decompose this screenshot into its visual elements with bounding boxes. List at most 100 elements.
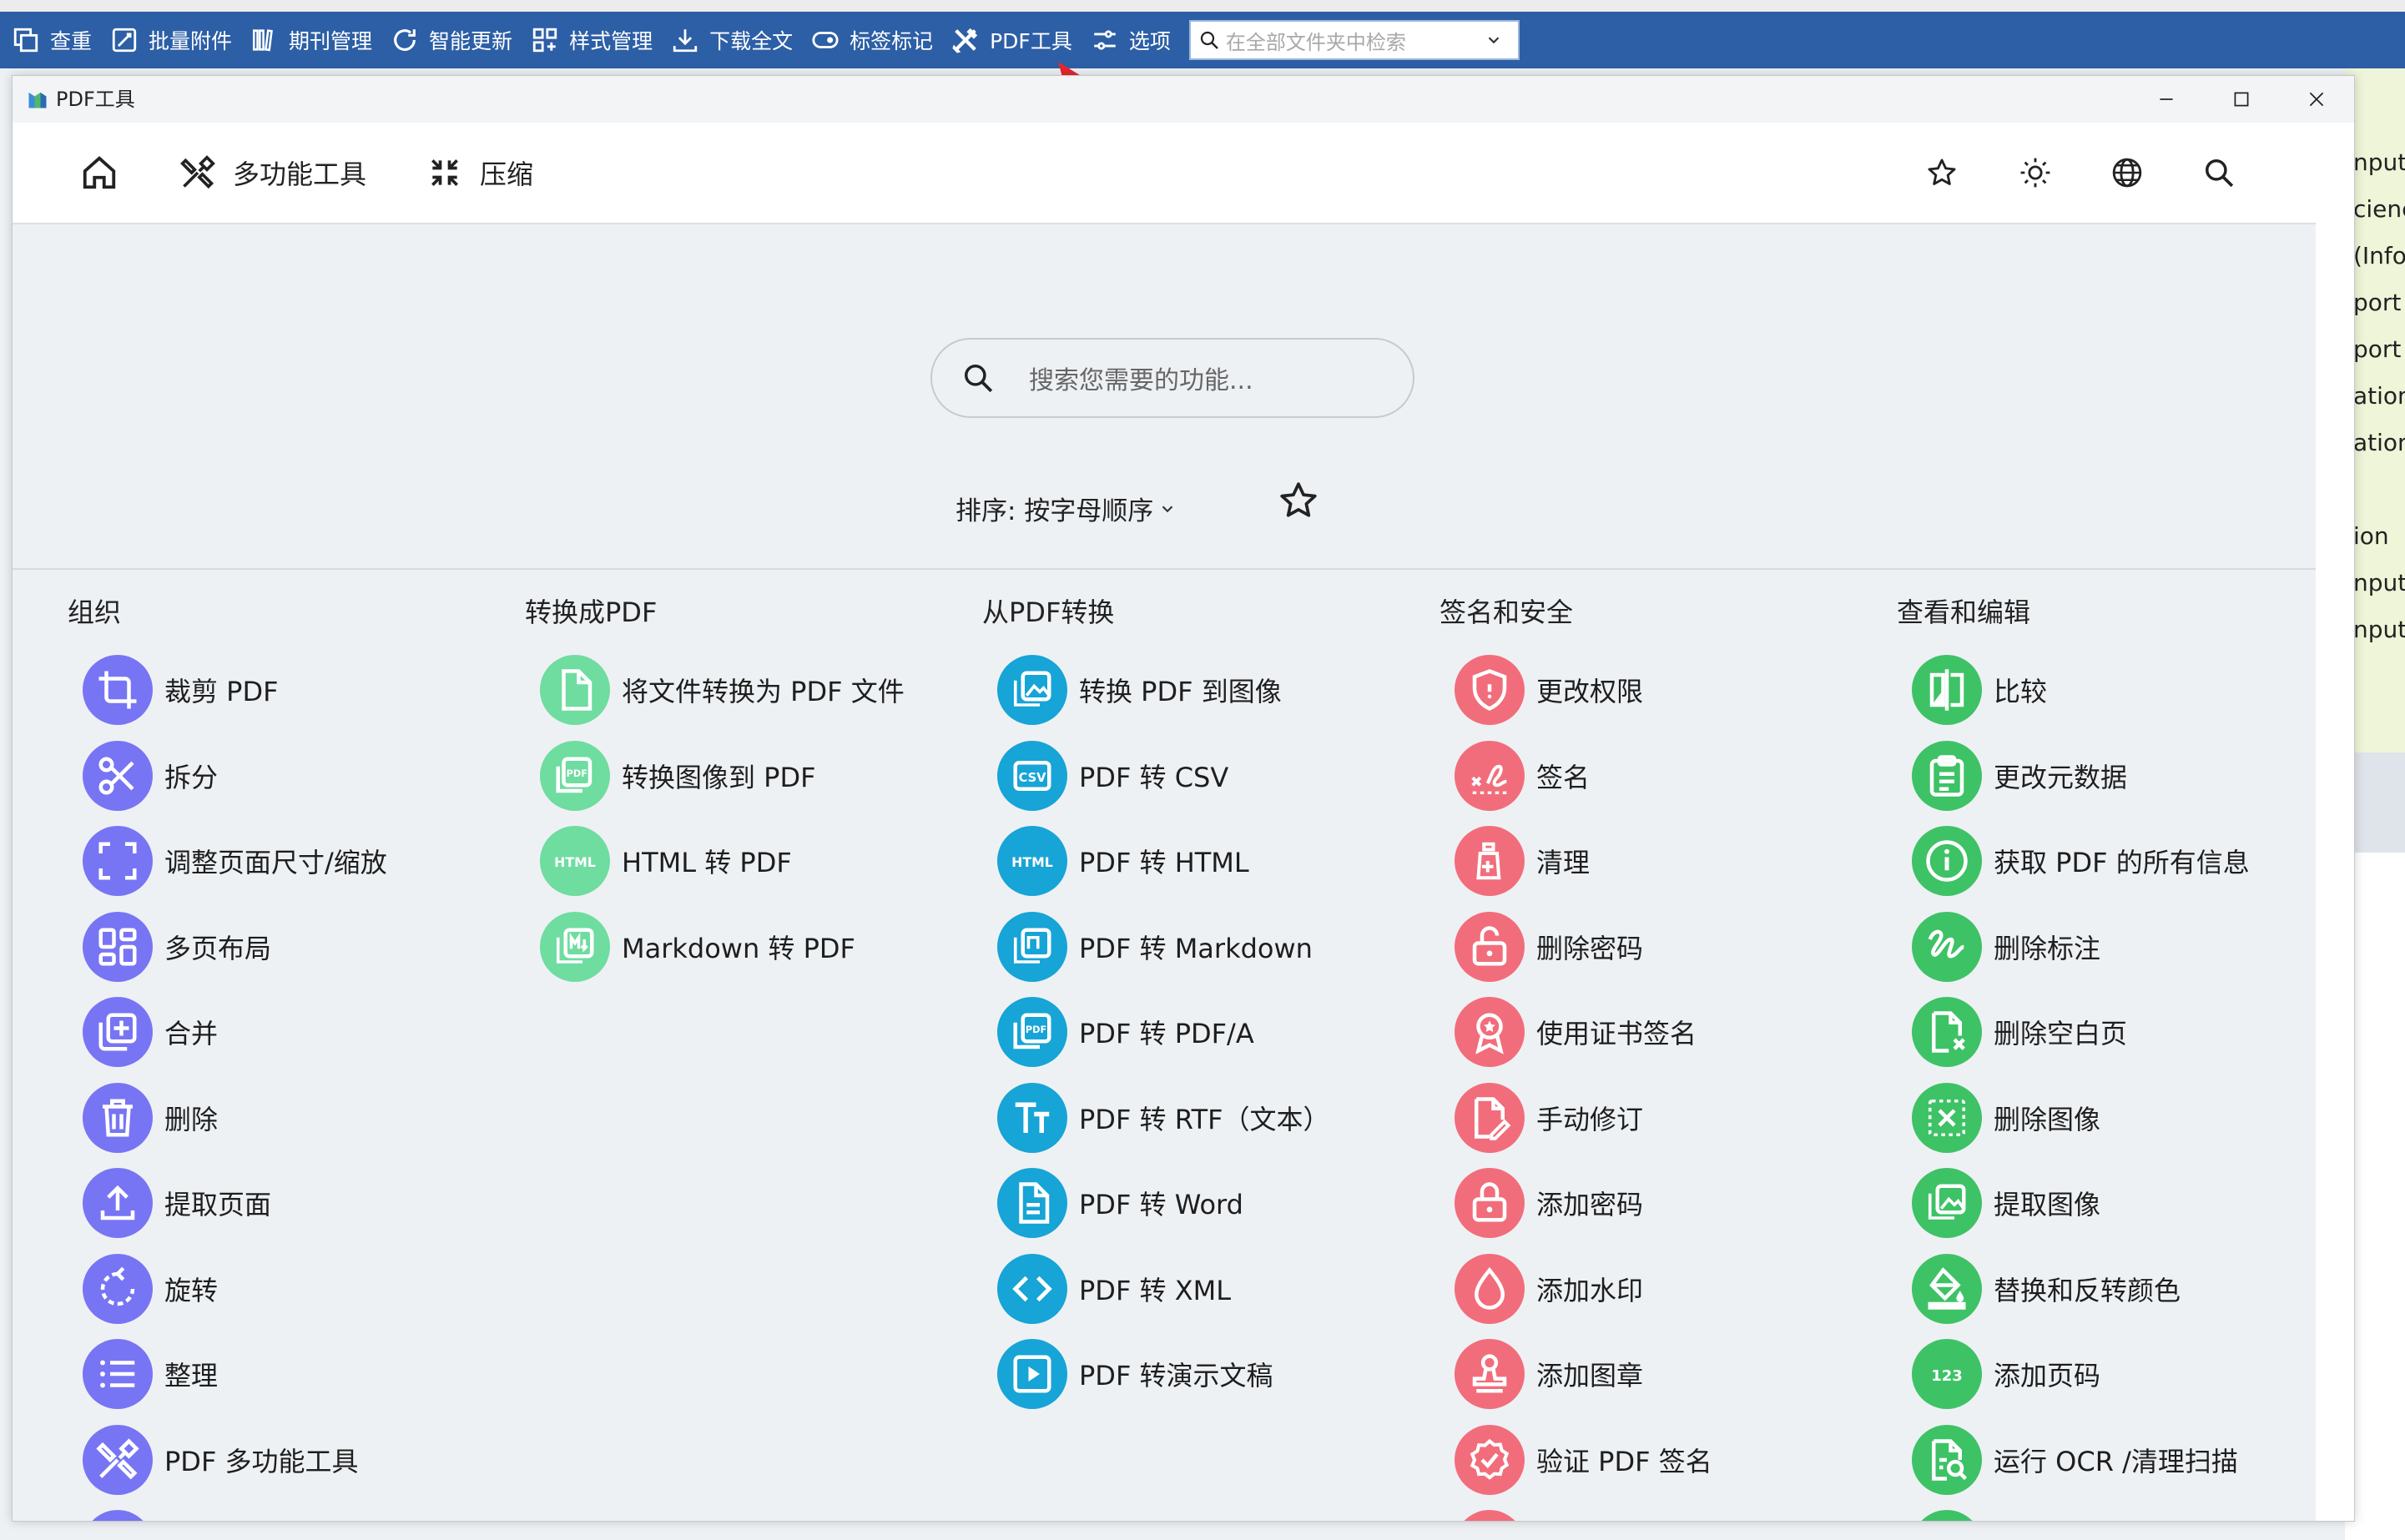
tool-item[interactable]: 移除证书签名 <box>1455 1510 1697 1521</box>
close-button[interactable] <box>2279 76 2354 123</box>
tool-item[interactable]: 添加水印 <box>1455 1253 1644 1324</box>
minimize-button[interactable] <box>2129 76 2204 123</box>
nav-search-button[interactable] <box>2196 149 2242 196</box>
signature-icon <box>1455 740 1525 811</box>
tool-item[interactable]: PDF 转 Markdown <box>997 911 1313 982</box>
tool-item[interactable]: 在 PDF 中添加图片 <box>1912 1510 2223 1521</box>
toolbar-journal-management[interactable]: 期刊管理 <box>244 12 384 68</box>
tool-item[interactable]: 清理 <box>1455 826 1590 896</box>
rotate-icon <box>83 1253 153 1324</box>
tool-label: 提取图像 <box>1994 1189 2101 1220</box>
feature-search-input[interactable]: 搜索您需要的功能... <box>930 338 1414 418</box>
language-button[interactable] <box>2104 149 2150 196</box>
tool-item[interactable]: 签名 <box>1455 740 1590 811</box>
tool-item[interactable]: PDF 转 Word <box>997 1168 1243 1238</box>
toolbar-download-fulltext[interactable]: 下载全文 <box>664 12 804 68</box>
tool-item[interactable]: 添加图章 <box>1455 1339 1643 1409</box>
tool-item[interactable]: 合并 <box>83 997 218 1067</box>
tool-label: 删除空白页 <box>1994 1018 2128 1049</box>
host-search-input[interactable]: 在全部文件夹中检索 <box>1188 20 1520 60</box>
tool-item[interactable]: PDF 转 RTF（文本） <box>997 1082 1330 1153</box>
tool-item[interactable]: 删除空白页 <box>1912 997 2127 1067</box>
tool-item[interactable]: 添加密码 <box>1455 1168 1643 1238</box>
tool-item[interactable]: PDF 转单一大页 <box>83 1510 359 1521</box>
download-icon <box>671 26 699 54</box>
tool-item[interactable]: 手动修订 <box>1455 1082 1643 1153</box>
tool-item[interactable]: 获取 PDF 的所有信息 <box>1912 826 2250 896</box>
home-button[interactable] <box>76 149 123 196</box>
tool-item[interactable]: PDF 转 HTML <box>997 826 1249 896</box>
tool-item[interactable]: 提取页面 <box>83 1168 271 1238</box>
text-icon <box>997 1082 1067 1153</box>
tool-item[interactable]: PDF 转演示文稿 <box>997 1339 1273 1409</box>
tool-item[interactable]: PDF 转 XML <box>997 1253 1231 1324</box>
tool-item[interactable]: 将文件转换为 PDF 文件 <box>540 655 905 725</box>
tool-label: PDF 多功能工具 <box>164 1445 359 1477</box>
globe-icon <box>2111 157 2143 189</box>
tool-item[interactable]: HTML 转 PDF <box>540 826 792 896</box>
tool-item[interactable]: 转换图像到 PDF <box>540 740 816 811</box>
maximize-button[interactable] <box>2204 76 2279 123</box>
window-titlebar[interactable]: PDF工具 <box>13 76 2354 123</box>
tool-label: 添加图章 <box>1536 1360 1644 1392</box>
tool-item[interactable]: PDF 转 CSV <box>997 740 1228 811</box>
tool-item[interactable]: 多页布局 <box>83 911 271 982</box>
favorites-button[interactable] <box>1918 149 1965 196</box>
close-icon <box>2309 92 2324 107</box>
trash-icon <box>83 1082 153 1153</box>
background-text: port <box>2353 289 2402 316</box>
tool-item[interactable]: Markdown 转 PDF <box>540 911 855 982</box>
tool-item[interactable]: 使用证书签名 <box>1455 997 1697 1067</box>
tool-label: 更改权限 <box>1536 676 1644 707</box>
toolbar-duplicate-check[interactable]: 查重 <box>5 12 103 68</box>
unlock-icon <box>1455 911 1525 982</box>
tool-item[interactable]: 添加页码 <box>1912 1339 2100 1409</box>
tool-item[interactable]: PDF 多功能工具 <box>83 1424 359 1495</box>
tool-item[interactable]: 比较 <box>1912 655 2047 725</box>
tool-item[interactable]: 转换 PDF 到图像 <box>997 655 1282 725</box>
tool-item[interactable]: 运行 OCR /清理扫描 <box>1912 1424 2238 1495</box>
tool-item[interactable]: 验证 PDF 签名 <box>1455 1424 1712 1495</box>
presentation-icon <box>997 1339 1067 1409</box>
tool-item[interactable]: 整理 <box>83 1339 218 1409</box>
nav-multi-tool[interactable]: 多功能工具 <box>179 148 366 198</box>
tool-item[interactable]: 裁剪 PDF <box>83 655 279 725</box>
category-title: 签名和安全 <box>1439 596 1574 628</box>
tool-item[interactable]: 删除标注 <box>1912 911 2100 982</box>
category-title: 查看和编辑 <box>1897 596 2031 628</box>
tool-item[interactable]: 旋转 <box>83 1253 218 1324</box>
theme-toggle-button[interactable] <box>2012 149 2059 196</box>
sort-dropdown[interactable]: 排序: 按字母顺序 <box>955 490 1177 527</box>
tool-item[interactable]: 删除图像 <box>1912 1082 2101 1153</box>
tool-label: HTML 转 PDF <box>622 847 792 878</box>
tool-label: 添加水印 <box>1536 1274 1644 1306</box>
toolbar-smart-update[interactable]: 智能更新 <box>384 12 524 68</box>
window-title: PDF工具 <box>56 88 135 111</box>
toolbar-tag-marking[interactable]: 标签标记 <box>804 12 945 68</box>
tool-label: PDF 转 PDF/A <box>1079 1018 1254 1049</box>
tool-item[interactable]: 拆分 <box>83 740 218 811</box>
tool-item[interactable]: 调整页面尺寸/缩放 <box>83 826 387 896</box>
sort-label: 排序: 按字母顺序 <box>955 496 1154 526</box>
journal-icon <box>250 26 279 54</box>
home-icon <box>80 153 118 192</box>
tool-item[interactable]: 删除密码 <box>1455 911 1643 982</box>
tool-label: 删除图像 <box>1994 1103 2101 1135</box>
tool-item[interactable]: 更改元数据 <box>1912 740 2127 811</box>
list-icon <box>83 1339 153 1409</box>
markdown-file-icon <box>997 911 1067 982</box>
refresh-icon <box>391 26 419 54</box>
nav-compress[interactable]: 压缩 <box>426 148 533 198</box>
chevron-down-icon[interactable] <box>1485 31 1503 49</box>
tool-item[interactable]: 替换和反转颜色 <box>1912 1253 2181 1324</box>
favorites-filter-star-icon[interactable] <box>1278 480 1319 521</box>
tool-item[interactable]: 提取图像 <box>1912 1168 2100 1238</box>
tool-item[interactable]: 删除 <box>83 1082 218 1153</box>
toolbar-label: 样式管理 <box>569 29 653 53</box>
tool-item[interactable]: PDF 转 PDF/A <box>997 997 1254 1067</box>
toolbar-style-management[interactable]: 样式管理 <box>524 12 664 68</box>
tool-label: PDF 转 HTML <box>1079 847 1249 878</box>
tool-label: PDF 转演示文稿 <box>1079 1360 1273 1392</box>
tool-item[interactable]: 更改权限 <box>1455 655 1643 725</box>
toolbar-batch-attachments[interactable]: 批量附件 <box>103 12 244 68</box>
